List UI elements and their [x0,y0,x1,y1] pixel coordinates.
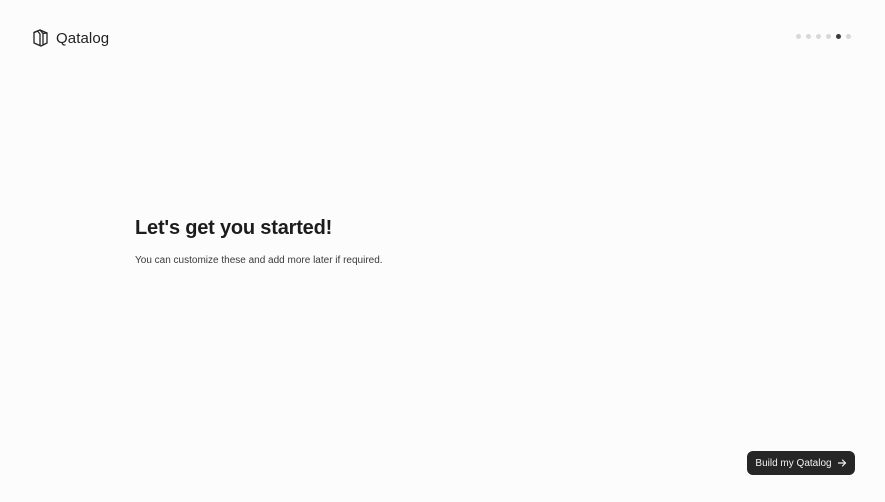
progress-dot [846,34,851,39]
qatalog-logo-icon [30,28,50,48]
progress-dot [806,34,811,39]
brand-logo[interactable]: Qatalog [30,28,109,48]
brand-name: Qatalog [56,29,110,47]
progress-dot [826,34,831,39]
step-progress-indicator [796,34,851,39]
page-subtitle: You can customize these and add more lat… [135,255,383,266]
build-qatalog-button[interactable]: Build my Qatalog [747,451,855,475]
progress-dot [836,34,841,39]
progress-dot [816,34,821,39]
page-title: Let's get you started! [135,217,333,239]
arrow-right-icon [837,458,847,468]
build-qatalog-button-label: Build my Qatalog [755,457,832,469]
progress-dot [796,34,801,39]
